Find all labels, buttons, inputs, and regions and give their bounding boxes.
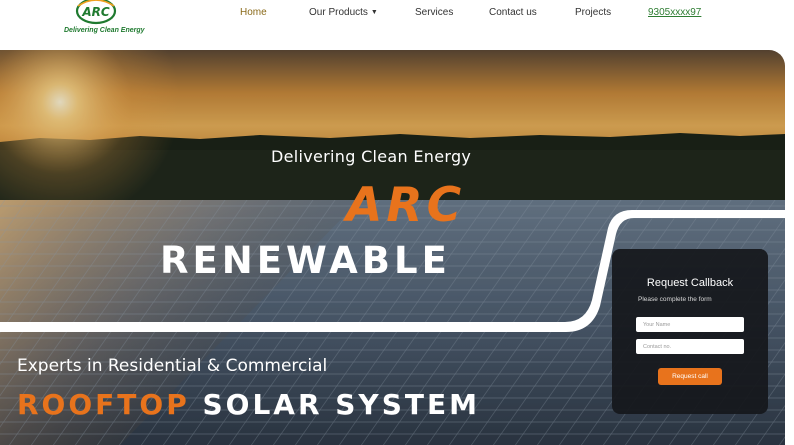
callback-title: Request Callback (646, 277, 734, 289)
contact-input[interactable] (636, 339, 744, 354)
hero-banner: Delivering Clean Energy ARC RENEWABLE Ex… (0, 50, 785, 445)
logo-tagline: Delivering Clean Energy (64, 27, 145, 34)
hero-headline-rest: SOLAR SYSTEM (202, 388, 480, 421)
nav-phone-link[interactable]: 9305xxxx97 (648, 6, 701, 20)
nav-home[interactable]: Home (240, 6, 267, 20)
hero-brand-renewable: RENEWABLE (160, 239, 451, 282)
callback-form: Request Callback Please complete the for… (612, 249, 768, 414)
nav-projects[interactable]: Projects (575, 6, 611, 20)
name-input[interactable] (636, 317, 744, 332)
nav-contact-us[interactable]: Contact us (489, 6, 537, 20)
site-header: ARC Delivering Clean Energy Home Our Pro… (0, 0, 794, 46)
hero-brand-arc: ARC (346, 178, 466, 233)
callback-subtitle: Please complete the form (638, 296, 712, 303)
hero-expert-line: Experts in Residential & Commercial (17, 356, 328, 376)
hero-headline-accent: ROOFTOP (17, 388, 190, 421)
nav-our-products-label: Our Products (309, 7, 368, 18)
hero-subtitle: Delivering Clean Energy (271, 147, 472, 166)
nav-our-products[interactable]: Our Products ▼ (309, 6, 378, 20)
nav-services[interactable]: Services (415, 6, 453, 20)
request-call-button[interactable]: Request call (658, 368, 722, 385)
main-nav: Home Our Products ▼ Services Contact us P… (0, 6, 794, 20)
chevron-down-icon: ▼ (370, 9, 378, 16)
hero-headline: ROOFTOP SOLAR SYSTEM (17, 388, 480, 421)
